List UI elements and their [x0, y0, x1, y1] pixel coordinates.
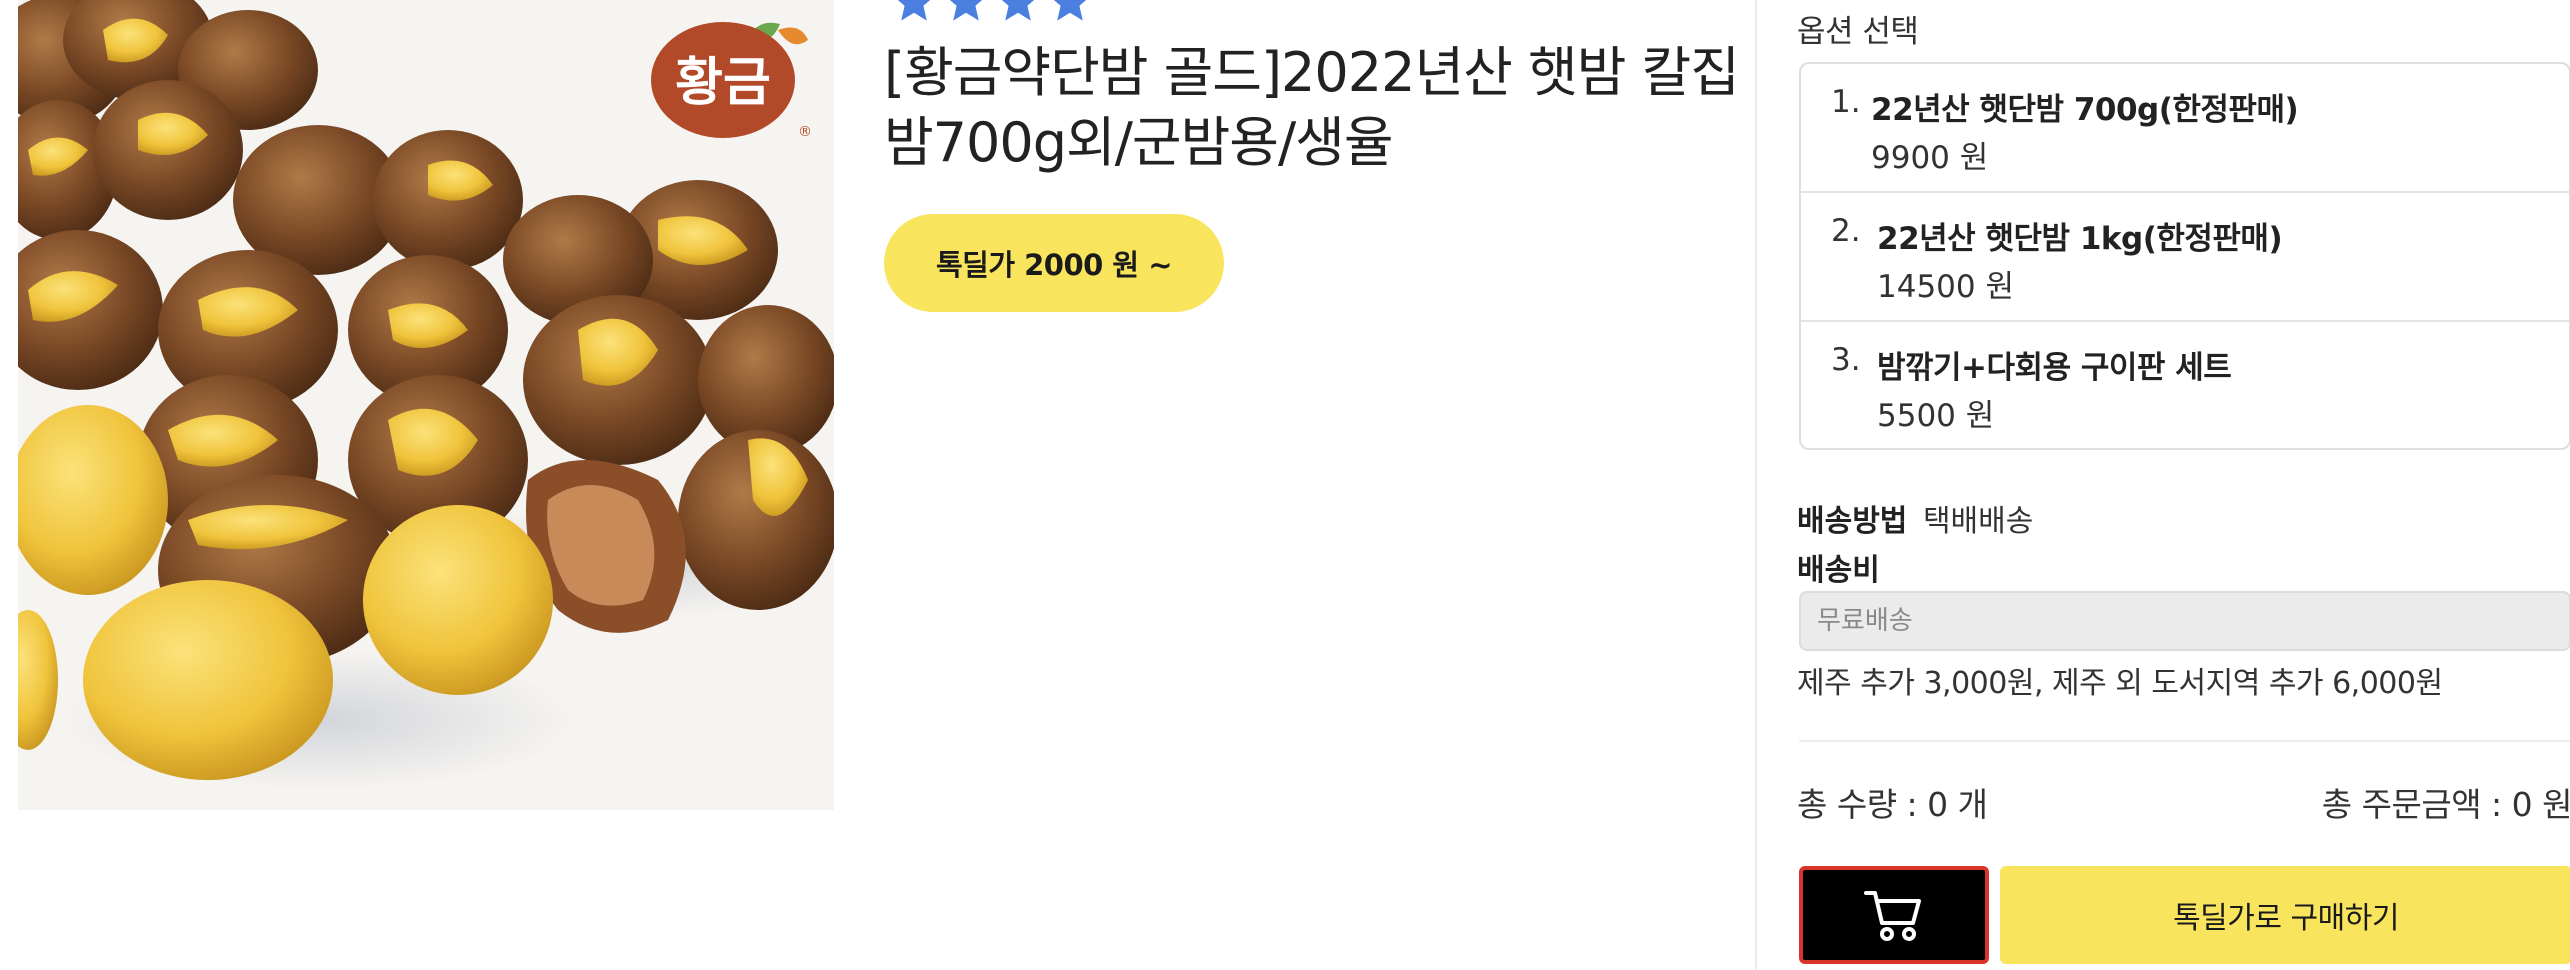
- option-index: 3.: [1831, 342, 1861, 378]
- buy-now-button[interactable]: 톡딜가로 구매하기: [2000, 866, 2570, 964]
- option-item-1[interactable]: 1. 22년산 햇단밤 700g(한정판매) 9900 원: [1801, 64, 2569, 193]
- option-name: 밤깎기+다회용 구이판 세트: [1877, 350, 2232, 386]
- star-icon: [949, 0, 983, 21]
- shipping-fee-field[interactable]: [1799, 591, 2570, 651]
- options-heading: 옵션 선택: [1797, 14, 1919, 50]
- order-panel: 옵션 선택 1. 22년산 햇단밤 700g(한정판매) 9900 원 2. 2…: [1755, 0, 2570, 970]
- rating-stars: [890, 0, 1094, 26]
- chestnuts-photo: 황금 ®: [18, 0, 834, 810]
- extra-shipping-note: 제주 추가 3,000원, 제주 외 도서지역 추가 6,000원: [1797, 666, 2443, 701]
- product-image: 황금 ®: [18, 0, 834, 810]
- svg-text:®: ®: [798, 124, 812, 140]
- option-price: 9900 원: [1871, 140, 1989, 176]
- options-list: 1. 22년산 햇단밤 700g(한정판매) 9900 원 2. 22년산 햇단…: [1799, 62, 2570, 450]
- total-amount: 총 주문금액 : 0 원: [2321, 785, 2570, 824]
- deal-price-button[interactable]: 톡딜가 2000 원 ~: [884, 214, 1224, 312]
- cart-icon: [1864, 891, 1921, 941]
- shipping-method-value: 택배배송: [1922, 504, 2034, 539]
- option-name: 22년산 햇단밤 700g(한정판매): [1871, 92, 2299, 128]
- option-index: 1.: [1831, 84, 1861, 120]
- option-name: 22년산 햇단밤 1kg(한정판매): [1877, 221, 2283, 257]
- star-icon: [1001, 0, 1035, 21]
- option-price: 5500 원: [1877, 398, 1995, 434]
- option-index: 2.: [1831, 213, 1861, 249]
- product-page: 황금 ® [황금약단밤 골드]2022년산 햇밤 칼집밤700g외/군밤용/생율…: [0, 0, 2570, 970]
- option-item-2[interactable]: 2. 22년산 햇단밤 1kg(한정판매) 14500 원: [1801, 193, 2569, 322]
- brand-logo-text: 황금: [675, 53, 771, 113]
- star-icon: [1053, 0, 1087, 21]
- divider: [1799, 740, 2570, 742]
- product-title: [황금약단밤 골드]2022년산 햇밤 칼집밤700g외/군밤용/생율: [884, 41, 1740, 174]
- total-quantity: 총 수량 : 0 개: [1797, 785, 1988, 824]
- shipping-fee-label: 배송비: [1797, 553, 1880, 588]
- option-price: 14500 원: [1877, 269, 2014, 305]
- add-to-cart-button[interactable]: [1799, 866, 1989, 964]
- shipping-method: 배송방법 택배배송: [1797, 496, 2033, 540]
- star-icon: [897, 0, 931, 21]
- option-item-3[interactable]: 3. 밤깎기+다회용 구이판 세트 5500 원: [1801, 322, 2569, 448]
- shipping-method-label: 배송방법: [1797, 504, 1908, 539]
